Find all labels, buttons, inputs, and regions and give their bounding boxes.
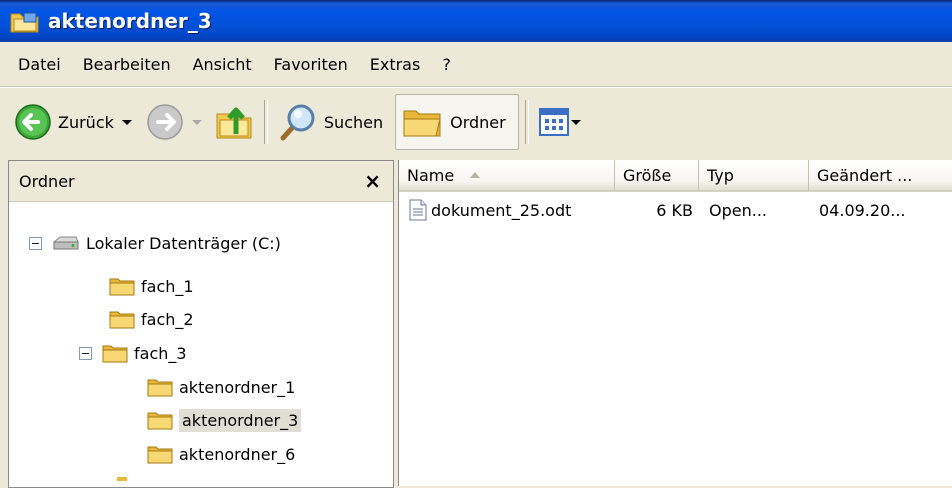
tree-item-label: aktenordner_1 [179,377,296,397]
forward-button[interactable] [142,95,206,149]
document-icon [409,199,427,221]
tree-item-label-selected: aktenordner_3 [179,408,302,432]
tree-item-label: fach_2 [141,309,194,329]
up-folder-icon [216,107,252,139]
title-bar[interactable]: aktenordner_3 [0,0,952,42]
menu-datei[interactable]: Datei [0,55,72,74]
folder-icon [102,345,128,363]
forward-arrow-icon [147,104,183,140]
collapse-icon[interactable]: − [29,236,42,250]
menu-ansicht[interactable]: Ansicht [182,55,263,74]
back-button[interactable]: Zurück [10,95,136,149]
collapse-icon[interactable]: − [79,346,92,360]
tree-item-fach-1[interactable]: fach_1 [109,271,194,301]
tree-item-label: fach_3 [134,343,187,363]
search-label: Suchen [323,112,384,132]
tree-item-aktenordner-1[interactable]: aktenordner_1 [147,372,295,402]
folder-pane-title: Ordner [19,171,75,191]
views-icon [538,108,569,136]
tree-item-fach-2[interactable]: fach_2 [109,304,194,334]
folder-icon [109,311,135,329]
column-header-name-label: Name [407,165,455,185]
column-header-size[interactable]: Größe [615,160,699,192]
close-icon[interactable]: × [364,169,381,193]
folder-icon [109,278,135,296]
column-header-modified[interactable]: Geändert ... [809,160,952,192]
menu-help[interactable]: ? [431,55,462,74]
tree-item-label: aktenordner_6 [179,444,296,464]
drive-icon [52,236,79,250]
file-type: Open... [709,200,767,220]
tree-item-aktenordner-6[interactable]: aktenordner_6 [147,439,295,469]
folder-window-icon [10,12,39,33]
toolbar-separator [524,100,529,144]
folder-icon [147,412,173,430]
file-row[interactable]: dokument_25.odt 6 KB Open... 04.09.20... [399,196,952,224]
column-header-size-label: Größe [623,165,672,185]
file-modified: 04.09.20... [819,200,906,220]
folder-pane-header: Ordner × [9,161,393,202]
partial-folder-icon [117,477,127,481]
file-list: Name Größe Typ Geändert ... dokument_25.… [398,160,952,486]
folders-label: Ordner [450,112,506,132]
views-button[interactable] [535,95,585,149]
folder-icon [147,446,173,464]
sort-ascending-icon [470,172,481,178]
search-icon [280,104,315,141]
back-label: Zurück [58,112,114,132]
tree-item-aktenordner-3[interactable]: aktenordner_3 [147,405,302,435]
column-header-name[interactable]: Name [399,160,615,192]
forward-dropdown-icon[interactable] [191,119,202,125]
search-button[interactable]: Suchen [274,95,387,149]
folders-button[interactable]: Ordner [395,94,519,150]
views-dropdown-icon[interactable] [570,119,581,125]
window-title: aktenordner_3 [48,9,212,33]
toolbar-separator [263,100,268,144]
menu-bearbeiten[interactable]: Bearbeiten [72,55,182,74]
up-folder-button[interactable] [210,95,258,149]
column-header-modified-label: Geändert ... [817,165,913,185]
menu-extras[interactable]: Extras [359,55,432,74]
tree-item-label: fach_1 [141,276,194,296]
tree-item-fach-3[interactable]: − fach_3 [79,338,187,368]
toolbar: Zurück Suchen Ordner [0,87,952,156]
file-name: dokument_25.odt [431,200,572,220]
back-dropdown-icon[interactable] [121,119,132,125]
tree-item-label: Lokaler Datenträger (C:) [86,233,281,253]
folder-icon [147,379,173,397]
file-name-cell: dokument_25.odt [409,196,571,224]
back-arrow-icon [15,104,51,140]
folder-pane: Ordner × − Lokaler Datenträger (C:) fach… [8,160,394,488]
menu-bar: Datei Bearbeiten Ansicht Favoriten Extra… [0,42,952,87]
column-header-type[interactable]: Typ [699,160,809,192]
file-size: 6 KB [656,200,693,220]
menu-favoriten[interactable]: Favoriten [263,55,359,74]
tree-item-drive[interactable]: − Lokaler Datenträger (C:) [29,228,281,258]
column-header-type-label: Typ [707,165,734,185]
folders-icon [403,110,441,137]
